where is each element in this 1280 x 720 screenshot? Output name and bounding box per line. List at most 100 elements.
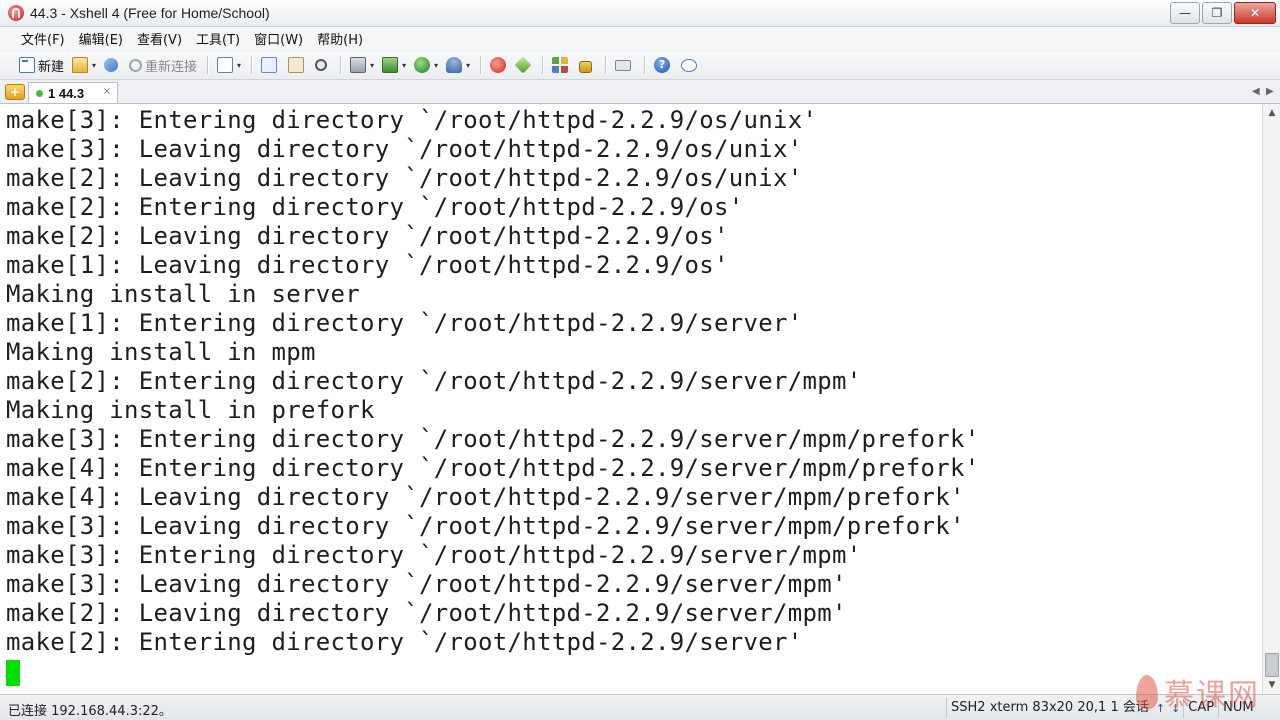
reconnect-label: 重新连接 bbox=[145, 59, 198, 75]
file-transfer-icon bbox=[382, 57, 399, 73]
chevron-down-icon: ▾ bbox=[402, 60, 407, 70]
chevron-down-icon: ▾ bbox=[370, 60, 375, 70]
terminal-size: 83x20 bbox=[1032, 700, 1074, 715]
protocol-status: SSH2 xterm 83x20 20,1 1 会话 bbox=[946, 698, 1153, 718]
window-title: 44.3 - Xshell 4 (Free for Home/School) bbox=[30, 5, 270, 21]
reconnect-icon bbox=[129, 58, 143, 72]
scrollbar-thumb[interactable] bbox=[1265, 653, 1279, 677]
menu-bar: 文件(F) 编辑(E) 查看(V) 工具(T) 窗口(W) 帮助(H) bbox=[0, 27, 1280, 50]
menu-edit[interactable]: 编辑(E) bbox=[72, 29, 130, 48]
terminal-type: xterm bbox=[989, 700, 1029, 715]
new-session-button[interactable]: 新建 bbox=[16, 54, 67, 76]
connection-status: 已连接 192.168.44.3:22。 bbox=[8, 704, 172, 719]
session-tab-bar: + 1 44.3 × ◀ ▶ bbox=[0, 81, 1280, 104]
terminal-line: make[3]: Leaving directory `/root/httpd-… bbox=[6, 135, 803, 163]
chevron-down-icon: ▾ bbox=[237, 60, 242, 70]
toolbar-separator bbox=[207, 56, 210, 74]
tab-session-44-3[interactable]: 1 44.3 × bbox=[28, 82, 118, 103]
connect-button[interactable] bbox=[101, 54, 124, 76]
link-icon bbox=[104, 58, 119, 72]
lock-icon bbox=[579, 61, 593, 73]
status-bar: 已连接 192.168.44.3:22。 SSH2 xterm 83x20 20… bbox=[0, 694, 1280, 720]
xftp-icon bbox=[490, 57, 507, 73]
xftp-button[interactable] bbox=[487, 54, 512, 76]
keyboard-icon bbox=[615, 59, 632, 71]
menu-view[interactable]: 查看(V) bbox=[130, 29, 189, 48]
lock-button[interactable] bbox=[576, 54, 598, 76]
properties-icon bbox=[217, 57, 234, 73]
paste-button[interactable] bbox=[285, 54, 310, 76]
xmanager-button[interactable] bbox=[514, 54, 535, 76]
user-key-icon bbox=[446, 57, 463, 73]
cursor-position: 20,1 bbox=[1077, 700, 1107, 715]
terminal-line: make[2]: Entering directory `/root/httpd… bbox=[6, 367, 862, 395]
watermark-text: 慕课网 bbox=[1164, 678, 1260, 713]
search-icon bbox=[315, 59, 328, 71]
xshell-window: 44.3 - Xshell 4 (Free for Home/School) —… bbox=[0, 0, 1280, 720]
copy-button[interactable] bbox=[258, 54, 283, 76]
printer-icon bbox=[350, 57, 367, 73]
terminal-line: make[1]: Entering directory `/root/httpd… bbox=[6, 309, 803, 337]
toolbar-separator bbox=[251, 56, 254, 74]
terminal-cursor bbox=[6, 660, 20, 686]
flame-icon bbox=[1136, 675, 1158, 709]
terminal-line: make[2]: Entering directory `/root/httpd… bbox=[6, 628, 803, 656]
terminal-line: make[3]: Entering directory `/root/httpd… bbox=[6, 541, 862, 569]
tab-close-icon[interactable]: × bbox=[103, 86, 111, 97]
terminal-line: make[3]: Entering directory `/root/httpd… bbox=[6, 106, 818, 134]
close-button[interactable]: ✕ bbox=[1234, 2, 1276, 24]
toolbar: 新建 ▾ 重新连接 ▾ ▾ ▾ ▾ ▾ ? bbox=[0, 51, 1280, 80]
title-bar[interactable]: 44.3 - Xshell 4 (Free for Home/School) —… bbox=[0, 0, 1280, 27]
scroll-down-icon[interactable]: ▼ bbox=[1264, 677, 1280, 693]
script-button[interactable]: ▾ bbox=[411, 54, 441, 76]
help-button[interactable]: ? bbox=[651, 54, 676, 76]
xmanager-icon bbox=[514, 56, 532, 74]
properties-button[interactable]: ▾ bbox=[214, 54, 244, 76]
menu-help[interactable]: 帮助(H) bbox=[310, 29, 370, 48]
chevron-down-icon: ▾ bbox=[434, 60, 439, 70]
tab-scroll-right-icon[interactable]: ▶ bbox=[1266, 86, 1274, 97]
toolbar-separator bbox=[480, 56, 483, 74]
menu-tools[interactable]: 工具(T) bbox=[189, 29, 247, 48]
add-tab-button[interactable]: + bbox=[5, 84, 25, 100]
new-session-icon bbox=[19, 57, 35, 73]
layout-button[interactable] bbox=[549, 54, 574, 76]
terminal-area[interactable]: make[3]: Entering directory `/root/httpd… bbox=[0, 104, 1262, 694]
help-icon: ? bbox=[654, 57, 671, 73]
user-key-button[interactable]: ▾ bbox=[443, 54, 473, 76]
terminal-line: make[1]: Leaving directory `/root/httpd-… bbox=[6, 251, 729, 279]
maximize-button[interactable]: ❐ bbox=[1202, 2, 1232, 24]
terminal-line: make[3]: Leaving directory `/root/httpd-… bbox=[6, 512, 965, 540]
open-button[interactable]: ▾ bbox=[69, 54, 99, 76]
terminal-line: make[4]: Entering directory `/root/httpd… bbox=[6, 454, 980, 482]
toolbar-separator bbox=[644, 56, 647, 74]
chevron-down-icon: ▾ bbox=[466, 60, 471, 70]
transfer-button[interactable]: ▾ bbox=[379, 54, 409, 76]
toolbar-separator bbox=[542, 56, 545, 74]
watermark-logo: 慕课网 bbox=[1136, 668, 1260, 716]
chevron-down-icon: ▾ bbox=[92, 60, 97, 70]
terminal-line: make[3]: Leaving directory `/root/httpd-… bbox=[6, 570, 847, 598]
folder-icon bbox=[72, 57, 89, 73]
terminal-line: Making install in mpm bbox=[6, 338, 316, 366]
menu-file[interactable]: 文件(F) bbox=[14, 29, 72, 48]
print-button[interactable]: ▾ bbox=[347, 54, 377, 76]
reconnect-button[interactable]: 重新连接 bbox=[126, 54, 200, 76]
keyboard-button[interactable] bbox=[612, 54, 637, 76]
scroll-up-icon[interactable]: ▲ bbox=[1264, 105, 1280, 121]
minimize-button[interactable]: — bbox=[1170, 2, 1200, 24]
terminal-line: make[2]: Leaving directory `/root/httpd-… bbox=[6, 222, 729, 250]
terminal-scrollbar[interactable]: ▲ ▼ bbox=[1262, 104, 1280, 694]
tab-scroll-left-icon[interactable]: ◀ bbox=[1252, 86, 1260, 97]
protocol: SSH2 bbox=[951, 700, 986, 715]
find-button[interactable] bbox=[312, 54, 333, 76]
chat-button[interactable] bbox=[678, 54, 703, 76]
copy-icon bbox=[261, 57, 278, 73]
grid-icon bbox=[552, 57, 569, 73]
new-session-label: 新建 bbox=[38, 59, 65, 75]
menu-window[interactable]: 窗口(W) bbox=[247, 29, 310, 48]
window-controls: — ❐ ✕ bbox=[1170, 2, 1276, 24]
terminal-line: make[2]: Leaving directory `/root/httpd-… bbox=[6, 599, 847, 627]
terminal-line: Making install in prefork bbox=[6, 396, 375, 424]
xshell-app-icon[interactable] bbox=[8, 5, 24, 21]
